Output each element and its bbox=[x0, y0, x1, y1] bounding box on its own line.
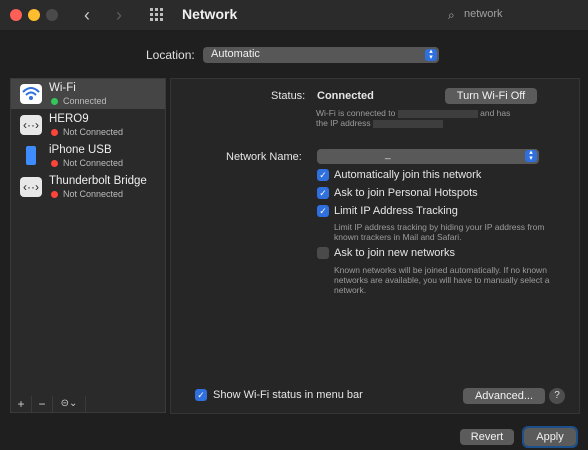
add-service-button[interactable]: + bbox=[11, 396, 32, 412]
limit-ip-description: Limit IP address tracking by hiding your… bbox=[334, 222, 545, 242]
status-description-line1: Wi-Fi is connected to and has bbox=[316, 108, 511, 118]
location-value: Automatic bbox=[211, 48, 260, 60]
status-description-line2: the IP address bbox=[316, 118, 444, 128]
status-label: Status: bbox=[271, 90, 306, 102]
service-item-hero9[interactable]: ‹··› HERO9 Not Connected bbox=[11, 110, 165, 140]
auto-join-checkbox[interactable]: ✓ bbox=[317, 169, 329, 181]
ask-hotspots-label: Ask to join Personal Hotspots bbox=[334, 187, 478, 199]
service-name: Thunderbolt Bridge bbox=[49, 175, 147, 187]
network-name-value: _ bbox=[385, 149, 391, 160]
service-list: Wi-Fi Connected ‹··› HERO9 Not Connected… bbox=[10, 78, 166, 398]
status-dot-red bbox=[51, 129, 58, 136]
network-name-popup[interactable]: _ ▴ ▾ bbox=[317, 149, 539, 164]
auto-join-label: Automatically join this network bbox=[334, 169, 482, 181]
iphone-icon bbox=[20, 146, 42, 166]
service-status: Connected bbox=[63, 96, 107, 106]
wifi-icon bbox=[20, 84, 42, 104]
location-popup[interactable]: Automatic ▴ ▾ bbox=[203, 47, 439, 63]
service-item-thunderbolt-bridge[interactable]: ‹··› Thunderbolt Bridge Not Connected bbox=[11, 172, 165, 202]
search-field[interactable]: ⌕ network bbox=[444, 6, 574, 24]
close-window-button[interactable] bbox=[10, 9, 22, 21]
service-name: Wi-Fi bbox=[49, 82, 76, 94]
redacted-network bbox=[397, 109, 478, 118]
popup-stepper-icon: ▴ ▾ bbox=[525, 149, 537, 162]
title-bar: ‹ › Network ⌕ network bbox=[0, 0, 588, 30]
search-icon: ⌕ bbox=[448, 8, 455, 22]
limit-ip-label: Limit IP Address Tracking bbox=[334, 205, 458, 217]
service-list-toolbar: + − ⊝⌄ bbox=[10, 396, 166, 413]
network-name-label: Network Name: bbox=[226, 151, 302, 163]
status-dot-red bbox=[51, 191, 58, 198]
status-dot-green bbox=[51, 98, 58, 105]
turn-wifi-off-button[interactable]: Turn Wi-Fi Off bbox=[445, 88, 537, 104]
redacted-ip bbox=[373, 119, 444, 128]
show-all-grid-icon[interactable] bbox=[150, 8, 166, 22]
window-title: Network bbox=[182, 6, 238, 22]
ask-hotspots-checkbox[interactable]: ✓ bbox=[317, 187, 329, 199]
forward-chevron-icon[interactable]: › bbox=[116, 5, 122, 26]
service-status: Not Connected bbox=[63, 189, 124, 199]
ask-new-networks-description: Known networks will be joined automatica… bbox=[334, 265, 550, 295]
service-name: HERO9 bbox=[49, 113, 89, 125]
service-name: iPhone USB bbox=[49, 144, 112, 156]
popup-stepper-icon: ▴ ▾ bbox=[425, 48, 437, 61]
zoom-window-button[interactable] bbox=[46, 9, 58, 21]
action-menu-button[interactable]: ⊝⌄ bbox=[53, 396, 86, 412]
ethernet-arrows-icon: ‹··› bbox=[20, 115, 42, 135]
service-item-wifi[interactable]: Wi-Fi Connected bbox=[11, 79, 165, 109]
apply-button[interactable]: Apply bbox=[522, 426, 578, 448]
status-value: Connected bbox=[317, 90, 374, 102]
service-status: Not Connected bbox=[63, 127, 124, 137]
location-label: Location: bbox=[146, 48, 195, 62]
help-button[interactable]: ? bbox=[549, 388, 565, 404]
service-status: Not Connected bbox=[63, 158, 124, 168]
ethernet-arrows-icon: ‹··› bbox=[20, 177, 42, 197]
ask-new-networks-checkbox[interactable] bbox=[317, 247, 329, 259]
detail-panel: Status: Connected Turn Wi-Fi Off Wi-Fi i… bbox=[170, 78, 580, 414]
limit-ip-checkbox[interactable]: ✓ bbox=[317, 205, 329, 217]
minimize-window-button[interactable] bbox=[28, 9, 40, 21]
advanced-button[interactable]: Advanced... bbox=[463, 388, 545, 404]
status-dot-red bbox=[51, 160, 58, 167]
service-item-iphone-usb[interactable]: iPhone USB Not Connected bbox=[11, 141, 165, 171]
search-input[interactable]: network bbox=[464, 8, 503, 20]
revert-button[interactable]: Revert bbox=[460, 429, 514, 445]
show-wifi-status-checkbox[interactable]: ✓ bbox=[195, 389, 207, 401]
show-wifi-status-label: Show Wi-Fi status in menu bar bbox=[213, 389, 363, 401]
remove-service-button[interactable]: − bbox=[32, 396, 53, 412]
back-chevron-icon[interactable]: ‹ bbox=[84, 5, 90, 26]
ask-new-networks-label: Ask to join new networks bbox=[334, 247, 456, 259]
